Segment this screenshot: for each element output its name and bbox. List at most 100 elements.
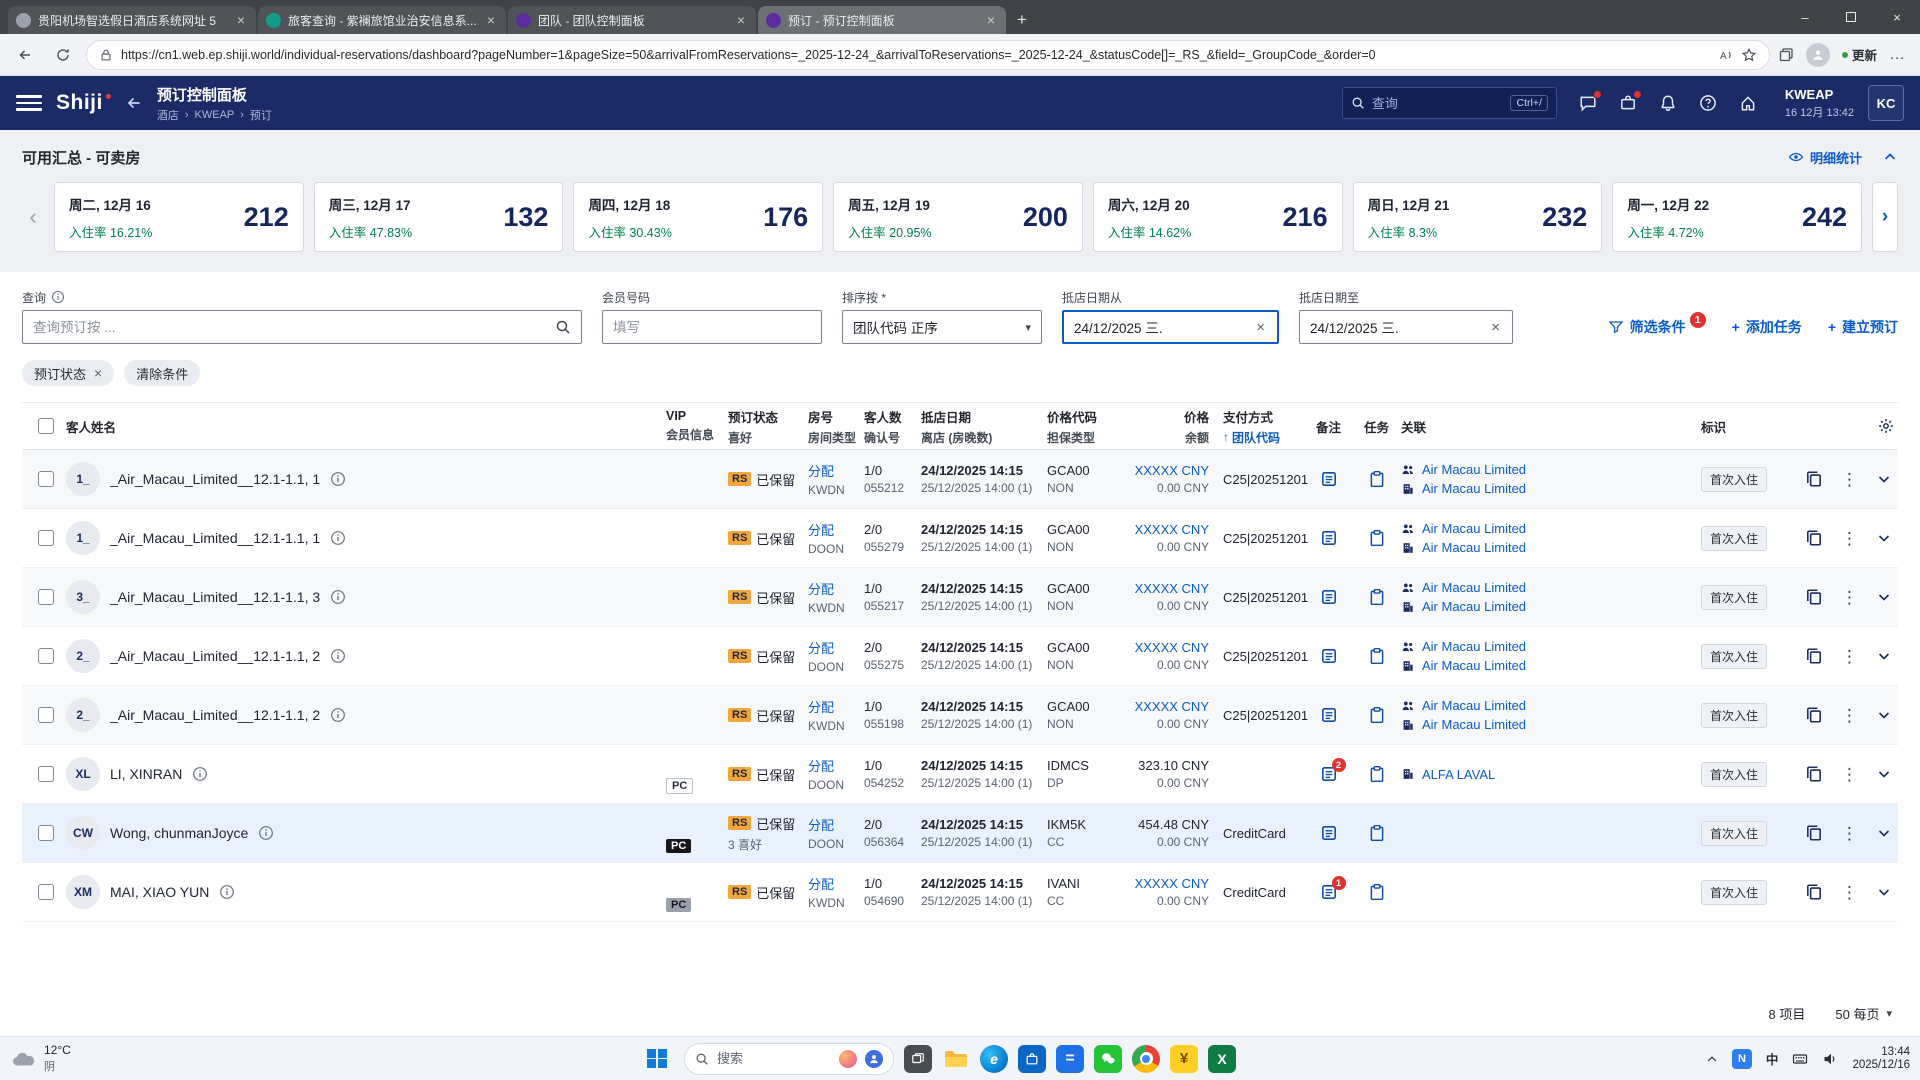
row-checkbox[interactable]: [38, 707, 54, 723]
price[interactable]: XXXXX CNY: [1133, 522, 1209, 537]
guest-name[interactable]: _Air_Macau_Limited__12.1-1.1, 1: [110, 471, 320, 487]
expand-row-icon[interactable]: [1876, 825, 1892, 841]
messages-button[interactable]: [1579, 90, 1602, 112]
arrival-to-input[interactable]: [1310, 319, 1490, 335]
user-avatar[interactable]: KC: [1868, 85, 1904, 121]
row-menu-button[interactable]: ⋮: [1841, 648, 1858, 665]
select-all-checkbox[interactable]: [38, 418, 54, 434]
guest-info-icon[interactable]: [330, 648, 346, 664]
copy-reservation-icon[interactable]: [1805, 470, 1823, 488]
tasks-button[interactable]: [1368, 824, 1386, 842]
col-payment[interactable]: 支付方式 ↑ 团队代码: [1209, 407, 1305, 446]
availability-day-card[interactable]: 周一, 12月 22 入住率 4.72% 242: [1612, 182, 1863, 252]
guest-info-icon[interactable]: [330, 707, 346, 723]
price[interactable]: 454.48 CNY: [1133, 817, 1209, 832]
query-search-icon[interactable]: [555, 319, 571, 335]
linked-profile[interactable]: Air Macau Limited: [1422, 580, 1526, 595]
row-menu-button[interactable]: ⋮: [1841, 589, 1858, 606]
guest-name[interactable]: MAI, XIAO YUN: [110, 884, 209, 900]
reservation-row[interactable]: 1_ _Air_Macau_Limited__12.1-1.1, 1 RS 已保…: [22, 450, 1898, 509]
expand-row-icon[interactable]: [1876, 884, 1892, 900]
copy-reservation-icon[interactable]: [1805, 588, 1823, 606]
main-menu-button[interactable]: [16, 90, 42, 116]
tab-close-icon[interactable]: ×: [734, 12, 748, 28]
browser-profile-avatar[interactable]: [1805, 42, 1830, 67]
sort-by-select[interactable]: 团队代码 正序 ▾: [842, 310, 1042, 344]
copy-reservation-icon[interactable]: [1805, 529, 1823, 547]
create-reservation-button[interactable]: + 建立预订: [1828, 317, 1898, 337]
guest-name[interactable]: _Air_Macau_Limited__12.1-1.1, 2: [110, 648, 320, 664]
tasks-button[interactable]: [1368, 647, 1386, 665]
row-checkbox[interactable]: [38, 589, 54, 605]
expand-row-icon[interactable]: [1876, 707, 1892, 723]
guest-name[interactable]: _Air_Macau_Limited__12.1-1.1, 2: [110, 707, 320, 723]
clear-filters-chip[interactable]: 清除条件: [124, 360, 201, 386]
availability-day-card[interactable]: 周二, 12月 16 入住率 16.21% 212: [54, 182, 304, 252]
notes-button[interactable]: 2: [1320, 758, 1346, 783]
global-search-input[interactable]: [1371, 95, 1504, 111]
price[interactable]: 323.10 CNY: [1133, 758, 1209, 773]
clock-widget[interactable]: 13:44 2025/12/16: [1852, 1046, 1910, 1071]
col-tags[interactable]: 标识: [1701, 417, 1785, 436]
row-menu-button[interactable]: ⋮: [1841, 766, 1858, 783]
browser-tab[interactable]: 团队 - 团队控制面板 ×: [508, 6, 756, 34]
guest-name[interactable]: LI, XINRAN: [110, 766, 182, 782]
browser-tab[interactable]: 旅客查询 - 紫襕旅馆业治安信息系... ×: [258, 6, 506, 34]
browser-tab[interactable]: 贵阳机场智选假日酒店系统网址 5 ×: [8, 6, 256, 34]
edge-icon[interactable]: e: [980, 1044, 1008, 1073]
browser-update-button[interactable]: 更新: [1841, 45, 1877, 64]
tasks-button[interactable]: [1368, 706, 1386, 724]
col-room[interactable]: 房号 房间类型: [808, 407, 864, 446]
guest-info-icon[interactable]: [258, 825, 274, 841]
copy-reservation-icon[interactable]: [1805, 647, 1823, 665]
expand-row-icon[interactable]: [1876, 530, 1892, 546]
notes-button[interactable]: 1: [1320, 876, 1346, 901]
browser-refresh-button[interactable]: [48, 40, 78, 70]
remove-chip-icon[interactable]: ×: [94, 365, 102, 381]
browser-back-button[interactable]: [10, 40, 40, 70]
col-dates[interactable]: 抵店日期 离店 (房晚数): [921, 407, 1047, 446]
availability-day-card[interactable]: 周日, 12月 21 入住率 8.3% 232: [1352, 182, 1603, 252]
room-assign-link[interactable]: 分配: [808, 874, 864, 893]
room-assign-link[interactable]: 分配: [808, 697, 864, 716]
notifications-button[interactable]: [1659, 94, 1677, 112]
filter-conditions-button[interactable]: 筛选条件 1: [1608, 312, 1706, 337]
breadcrumb-property[interactable]: KWEAP: [195, 109, 235, 121]
store-icon[interactable]: [1018, 1044, 1046, 1073]
col-status[interactable]: 预订状态 喜好: [728, 407, 808, 446]
col-rate[interactable]: 价格代码 担保类型: [1047, 407, 1133, 446]
notes-button[interactable]: [1320, 706, 1338, 724]
column-settings-button[interactable]: [1785, 418, 1898, 434]
excel-icon[interactable]: X: [1208, 1044, 1236, 1073]
ime-language-indicator[interactable]: 中: [1766, 1049, 1779, 1068]
touch-keyboard-icon[interactable]: [1792, 1051, 1808, 1067]
guest-info-icon[interactable]: [330, 471, 346, 487]
expand-row-icon[interactable]: [1876, 471, 1892, 487]
notes-button[interactable]: [1320, 470, 1338, 488]
linked-profile[interactable]: Air Macau Limited: [1422, 521, 1526, 536]
tray-expand-icon[interactable]: [1706, 1053, 1718, 1065]
room-assign-link[interactable]: 分配: [808, 461, 864, 480]
taskbar-search-input[interactable]: [717, 1051, 831, 1066]
browser-tab[interactable]: 预订 - 预订控制面板 ×: [758, 6, 1006, 34]
reservation-row[interactable]: XL LI, XINRAN PC RS 已保留 分配 DOON 1/0 0542…: [22, 745, 1898, 804]
start-button[interactable]: [640, 1042, 674, 1076]
availability-day-card[interactable]: 周四, 12月 18 入住率 30.43% 176: [573, 182, 824, 252]
member-number-input[interactable]: [613, 319, 811, 335]
notes-button[interactable]: [1320, 588, 1338, 606]
taskbar-search-box[interactable]: [684, 1042, 894, 1075]
copy-reservation-icon[interactable]: [1805, 706, 1823, 724]
window-minimize-button[interactable]: –: [1782, 0, 1828, 34]
row-menu-button[interactable]: ⋮: [1841, 471, 1858, 488]
cards-scroll-right-button[interactable]: ›: [1872, 182, 1899, 252]
read-aloud-icon[interactable]: A: [1717, 47, 1733, 63]
tasks-button[interactable]: [1368, 470, 1386, 488]
expand-row-icon[interactable]: [1876, 766, 1892, 782]
room-assign-link[interactable]: 分配: [808, 638, 864, 657]
row-menu-button[interactable]: ⋮: [1841, 825, 1858, 842]
linked-profile[interactable]: ALFA LAVAL: [1422, 767, 1495, 782]
browser-menu-button[interactable]: …: [1889, 46, 1906, 64]
collapse-section-icon[interactable]: [1882, 149, 1898, 165]
tasks-button[interactable]: [1368, 529, 1386, 547]
row-checkbox[interactable]: [38, 471, 54, 487]
